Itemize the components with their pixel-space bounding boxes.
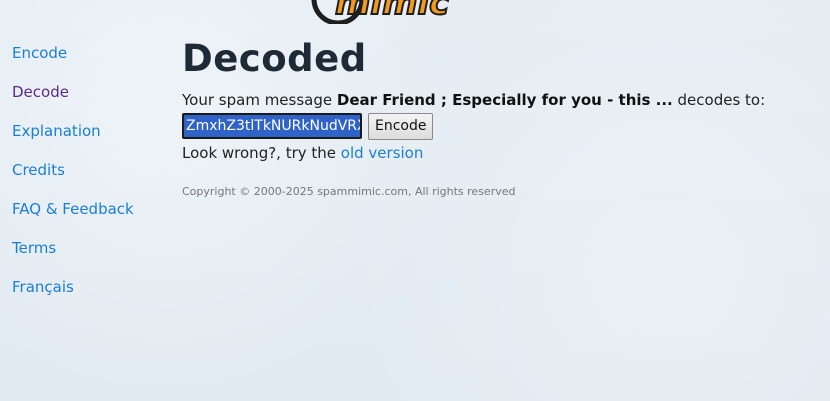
sidebar-item-francais[interactable]: Français	[12, 278, 134, 317]
sidebar-item-explanation[interactable]: Explanation	[12, 122, 134, 161]
copyright-text: Copyright © 2000-2025 spammimic.com, All…	[182, 185, 516, 198]
sidebar-item-encode[interactable]: Encode	[12, 44, 134, 83]
decode-result-row: ZmxhZ3tlTkNURkNudVRX Encode	[182, 111, 802, 141]
encode-button[interactable]: Encode	[368, 112, 434, 140]
old-version-link[interactable]: old version	[341, 144, 424, 162]
sidebar-item-faq-feedback[interactable]: FAQ & Feedback	[12, 200, 134, 239]
wrong-prefix: Look wrong?, try the	[182, 144, 341, 162]
sidebar-item-decode[interactable]: Decode	[12, 83, 134, 122]
spammimic-logo: mimic	[311, 0, 450, 24]
logo-text: mimic	[335, 0, 449, 23]
sidebar-item-credits[interactable]: Credits	[12, 161, 134, 200]
wrong-result-hint: Look wrong?, try the old version	[182, 143, 802, 163]
page-title: Decoded	[182, 37, 367, 80]
main-content: Decoded Your spam message Dear Friend ; …	[182, 36, 802, 198]
spam-message-preview: Dear Friend ; Especially for you - this …	[336, 91, 673, 109]
sidebar-item-terms[interactable]: Terms	[12, 239, 134, 278]
message-prefix: Your spam message	[182, 91, 337, 109]
message-suffix: decodes to:	[672, 91, 766, 109]
decoded-result-field[interactable]: ZmxhZ3tlTkNURkNudVRX	[182, 113, 362, 139]
sidebar-nav: Encode Decode Explanation Credits FAQ & …	[12, 44, 134, 317]
decode-message: Your spam message Dear Friend ; Especial…	[182, 90, 802, 110]
